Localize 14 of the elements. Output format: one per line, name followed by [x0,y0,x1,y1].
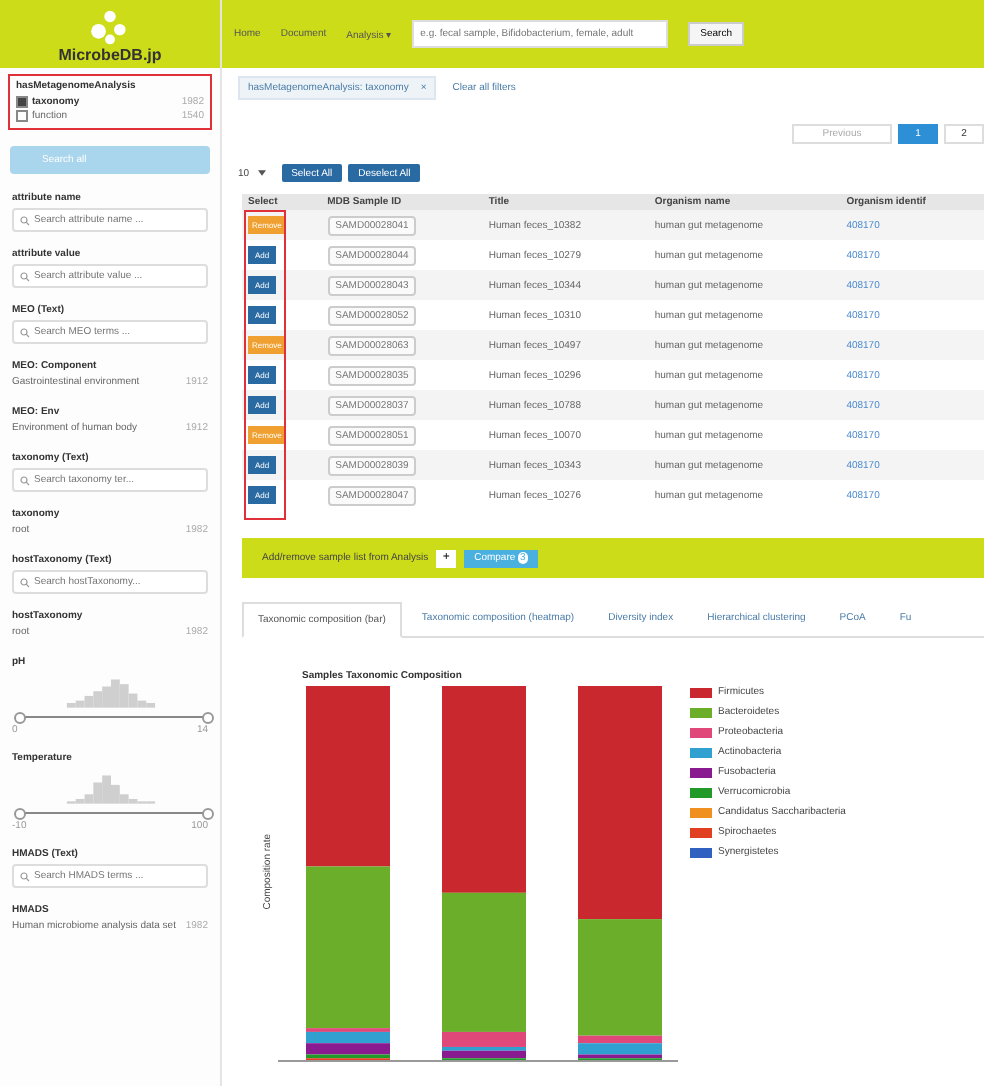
caret-icon [257,170,266,176]
slider-handle[interactable] [13,711,25,723]
slider-handle[interactable] [201,711,213,723]
logo-text: MicrobeDB.jp [58,46,162,64]
slider-handle[interactable] [13,807,25,819]
search-icon [20,327,30,337]
checkbox[interactable] [16,96,28,108]
search-icon [20,475,30,485]
slider-handle[interactable] [201,807,213,819]
search-icon [20,215,30,225]
search-icon [20,577,30,587]
search-icon [20,871,30,881]
checkbox[interactable] [16,110,28,122]
search-icon [20,271,30,281]
